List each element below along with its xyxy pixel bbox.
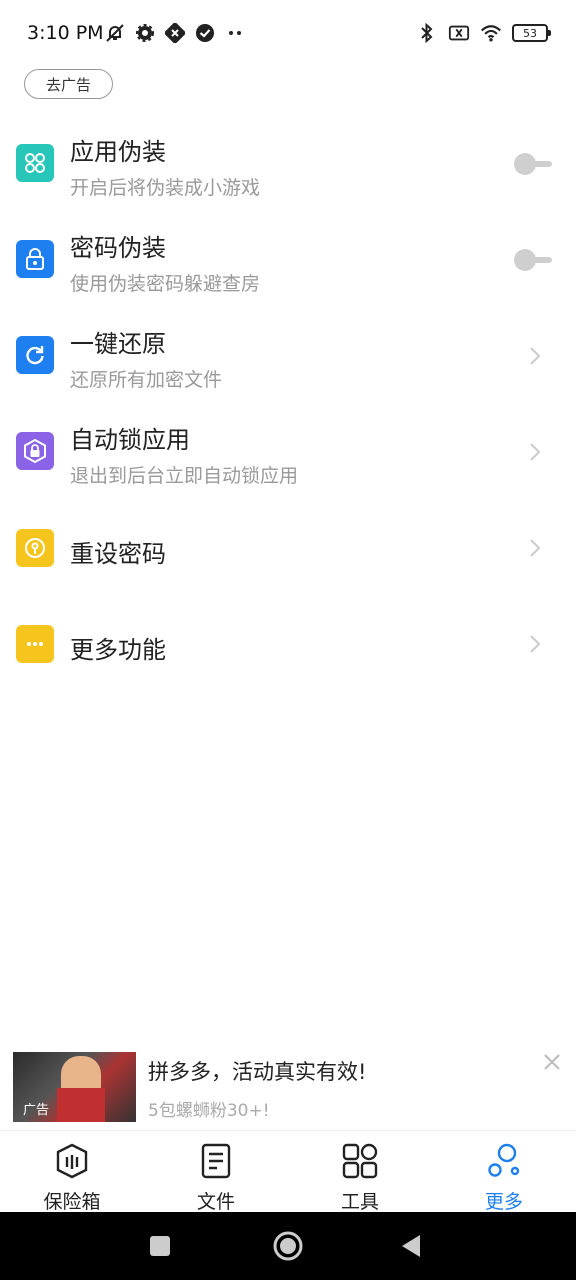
menu-item-app-disguise[interactable]: 应用伪装 开启后将伪装成小游戏 bbox=[0, 116, 576, 212]
nav-item-vault[interactable]: 保险箱 bbox=[22, 1131, 122, 1213]
system-nav-bar bbox=[0, 1212, 576, 1280]
battery-icon: 53 bbox=[512, 24, 551, 42]
recents-button[interactable] bbox=[144, 1230, 176, 1262]
menu-item-reset-password[interactable]: 重设密码 bbox=[0, 500, 576, 596]
vault-icon bbox=[56, 1143, 88, 1179]
menu-title: 自动锁应用 bbox=[70, 426, 190, 454]
grid-apps-icon bbox=[16, 144, 54, 182]
nav-item-more[interactable]: 更多 bbox=[454, 1131, 554, 1213]
password-disguise-toggle[interactable] bbox=[514, 248, 554, 272]
signal-x-icon bbox=[164, 22, 186, 44]
menu-title: 应用伪装 bbox=[70, 138, 166, 166]
chevron-right-icon bbox=[530, 347, 541, 365]
battery-level: 53 bbox=[523, 26, 537, 40]
ad-thumbnail[interactable]: 广告 bbox=[13, 1052, 136, 1122]
nav-label: 更多 bbox=[484, 1191, 523, 1213]
back-button[interactable] bbox=[396, 1230, 428, 1262]
document-icon bbox=[201, 1143, 231, 1179]
status-icons-left bbox=[104, 22, 246, 44]
bottom-nav: 保险箱 文件 工具 更多 bbox=[0, 1130, 576, 1213]
bluetooth-icon bbox=[416, 22, 438, 44]
nav-item-tools[interactable]: 工具 bbox=[310, 1131, 410, 1213]
menu-item-restore[interactable]: 一键还原 还原所有加密文件 bbox=[0, 308, 576, 404]
menu-subtitle: 退出到后台立即自动锁应用 bbox=[70, 465, 299, 487]
ad-title: 拼多多，活动真实有效! bbox=[148, 1060, 367, 1084]
silent-icon bbox=[104, 22, 126, 44]
menu-title: 重设密码 bbox=[70, 540, 166, 568]
menu-subtitle: 还原所有加密文件 bbox=[70, 369, 223, 391]
dots-icon bbox=[16, 625, 54, 663]
menu-item-more-features[interactable]: 更多功能 bbox=[0, 596, 576, 692]
check-circle-icon bbox=[194, 22, 216, 44]
status-icons-right: 53 bbox=[416, 22, 551, 44]
lock-icon bbox=[16, 240, 54, 278]
gear-icon bbox=[134, 22, 156, 44]
menu-title: 更多功能 bbox=[70, 636, 166, 664]
menu-item-auto-lock[interactable]: 自动锁应用 退出到后台立即自动锁应用 bbox=[0, 404, 576, 500]
menu-title: 密码伪装 bbox=[70, 234, 166, 262]
tools-grid-icon bbox=[342, 1143, 378, 1179]
more-dots-icon bbox=[224, 22, 246, 44]
close-icon[interactable] bbox=[542, 1052, 562, 1072]
ad-banner[interactable]: 广告 拼多多，活动真实有效! 5包螺蛳粉30+! bbox=[0, 1040, 576, 1130]
remove-ads-button[interactable]: 去广告 bbox=[24, 69, 113, 99]
nav-label: 保险箱 bbox=[43, 1191, 101, 1213]
status-time: 3:10 PM bbox=[27, 22, 104, 44]
refresh-icon bbox=[16, 336, 54, 374]
menu-subtitle: 使用伪装密码躲避查房 bbox=[70, 273, 261, 295]
chevron-right-icon bbox=[530, 539, 541, 557]
status-bar: 3:10 PM 53 bbox=[0, 0, 576, 70]
menu-subtitle: 开启后将伪装成小游戏 bbox=[70, 177, 261, 199]
hex-lock-icon bbox=[16, 432, 54, 470]
nav-label: 工具 bbox=[340, 1191, 379, 1213]
more-circles-icon bbox=[488, 1143, 520, 1177]
ad-subtitle: 5包螺蛳粉30+! bbox=[148, 1101, 270, 1121]
menu-title: 一键还原 bbox=[70, 330, 166, 358]
nav-label: 文件 bbox=[196, 1191, 235, 1213]
wifi-icon bbox=[480, 22, 502, 44]
key-icon bbox=[16, 529, 54, 567]
home-button[interactable] bbox=[272, 1230, 304, 1262]
nav-item-files[interactable]: 文件 bbox=[166, 1131, 266, 1213]
sim-x-icon bbox=[448, 22, 470, 44]
remove-ads-label: 去广告 bbox=[45, 75, 91, 94]
app-disguise-toggle[interactable] bbox=[514, 152, 554, 176]
chevron-right-icon bbox=[530, 635, 541, 653]
menu-item-password-disguise[interactable]: 密码伪装 使用伪装密码躲避查房 bbox=[0, 212, 576, 308]
ad-tag: 广告 bbox=[23, 1103, 50, 1118]
chevron-right-icon bbox=[530, 443, 541, 461]
